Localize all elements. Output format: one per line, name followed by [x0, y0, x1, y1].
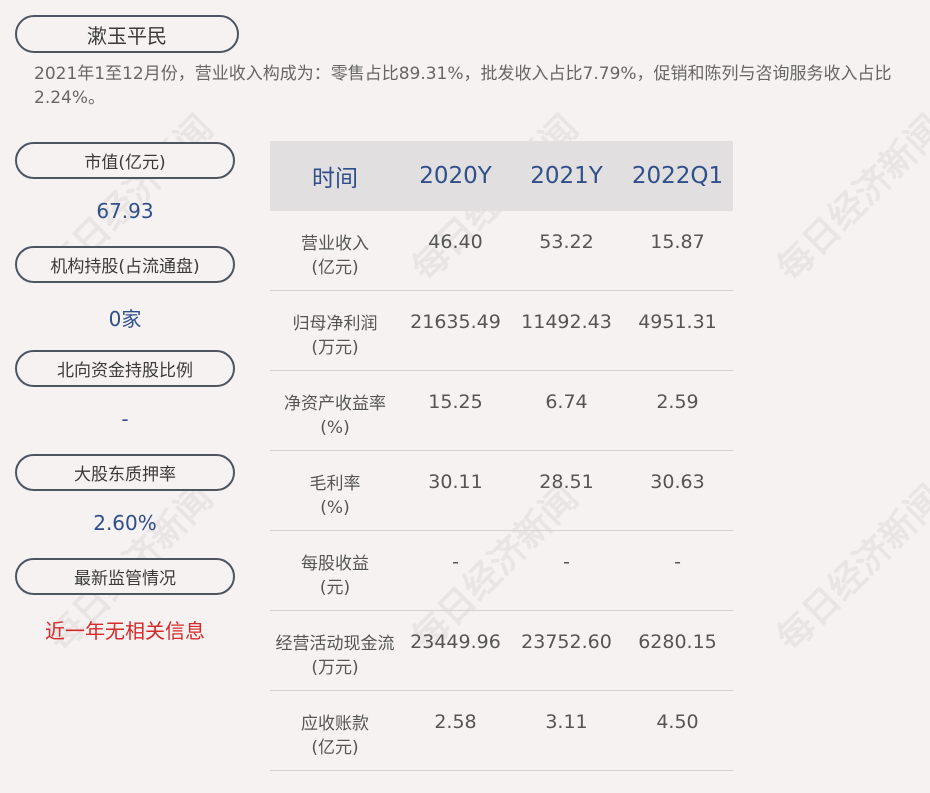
- watermark: 每日经济新闻: [769, 107, 930, 290]
- regulatory-status-label: 最新监管情况: [15, 558, 235, 595]
- cell: 30.63: [650, 471, 705, 493]
- northbound-holding-value: -: [121, 407, 129, 431]
- market-cap-label: 市值(亿元): [15, 142, 235, 179]
- table-row: 营业收入 (亿元) 46.40 53.22 15.87: [270, 211, 733, 291]
- northbound-holding-label: 北向资金持股比例: [15, 350, 235, 387]
- row-unit: (元): [319, 578, 351, 598]
- cell: 2.59: [656, 391, 699, 413]
- row-label: 经营活动现金流 (万元): [270, 611, 400, 690]
- row-unit: (亿元): [311, 258, 359, 278]
- cell: -: [452, 551, 459, 573]
- cell: 3.11: [545, 711, 588, 733]
- cell: 28.51: [539, 471, 594, 493]
- table-row: 毛利率 (%) 30.11 28.51 30.63: [270, 451, 733, 531]
- cell: -: [674, 551, 681, 573]
- row-label: 营业收入 (亿元): [270, 211, 400, 290]
- cell: 30.11: [428, 471, 483, 493]
- table-header: 时间 2020Y 2021Y 2022Q1: [270, 141, 733, 211]
- row-label: 应收账款 (亿元): [270, 691, 400, 770]
- header-2021y: 2021Y: [530, 163, 603, 189]
- cell: 4951.31: [638, 311, 717, 333]
- institutional-holding-label: 机构持股(占流通盘): [15, 246, 235, 283]
- row-unit: (%): [320, 418, 350, 438]
- row-name: 归母净利润: [292, 314, 378, 334]
- cell: 15.25: [428, 391, 483, 413]
- market-cap-value: 67.93: [96, 199, 154, 223]
- row-name: 毛利率: [309, 474, 361, 494]
- row-unit: (万元): [311, 658, 359, 678]
- pledge-ratio-label: 大股东质押率: [15, 454, 235, 491]
- row-name: 经营活动现金流: [275, 634, 395, 654]
- cell: 4.50: [656, 711, 699, 733]
- header-period: 时间: [312, 166, 358, 192]
- header-2020y: 2020Y: [419, 163, 492, 189]
- cell: 53.22: [539, 231, 594, 253]
- table-row: 归母净利润 (万元) 21635.49 11492.43 4951.31: [270, 291, 733, 371]
- row-name: 净资产收益率: [284, 394, 386, 414]
- row-label: 每股收益 (元): [270, 531, 400, 610]
- row-name: 每股收益: [301, 554, 369, 574]
- cell: 21635.49: [410, 311, 501, 333]
- cell: 2.58: [434, 711, 477, 733]
- row-label: 净资产收益率 (%): [270, 371, 400, 450]
- cell: 23752.60: [521, 631, 612, 653]
- watermark: 每日经济新闻: [769, 477, 930, 660]
- row-unit: (亿元): [311, 738, 359, 758]
- row-unit: (%): [320, 498, 350, 518]
- company-name: 漱玉平民: [15, 15, 239, 53]
- pledge-ratio-value: 2.60%: [93, 511, 157, 535]
- table-row: 每股收益 (元) - - -: [270, 531, 733, 611]
- regulatory-status-value: 近一年无相关信息: [45, 619, 205, 643]
- table-row: 应收账款 (亿元) 2.58 3.11 4.50: [270, 691, 733, 771]
- institutional-holding-value: 0家: [108, 307, 142, 331]
- financial-table: 时间 2020Y 2021Y 2022Q1 营业收入 (亿元) 46.40 53.…: [270, 141, 733, 771]
- cell: -: [563, 551, 570, 573]
- header-2022q1: 2022Q1: [631, 163, 724, 189]
- row-label: 归母净利润 (万元): [270, 291, 400, 370]
- cell: 6.74: [545, 391, 588, 413]
- cell: 11492.43: [521, 311, 612, 333]
- revenue-composition-text: 2021年1至12月份，营业收入构成为：零售占比89.31%，批发收入占比7.7…: [34, 64, 892, 108]
- row-unit: (万元): [311, 338, 359, 358]
- row-label: 毛利率 (%): [270, 451, 400, 530]
- cell: 15.87: [650, 231, 705, 253]
- table-row: 净资产收益率 (%) 15.25 6.74 2.59: [270, 371, 733, 451]
- row-name: 应收账款: [301, 714, 369, 734]
- cell: 23449.96: [410, 631, 501, 653]
- cell: 6280.15: [638, 631, 717, 653]
- row-name: 营业收入: [301, 234, 369, 254]
- table-row: 经营活动现金流 (万元) 23449.96 23752.60 6280.15: [270, 611, 733, 691]
- cell: 46.40: [428, 231, 483, 253]
